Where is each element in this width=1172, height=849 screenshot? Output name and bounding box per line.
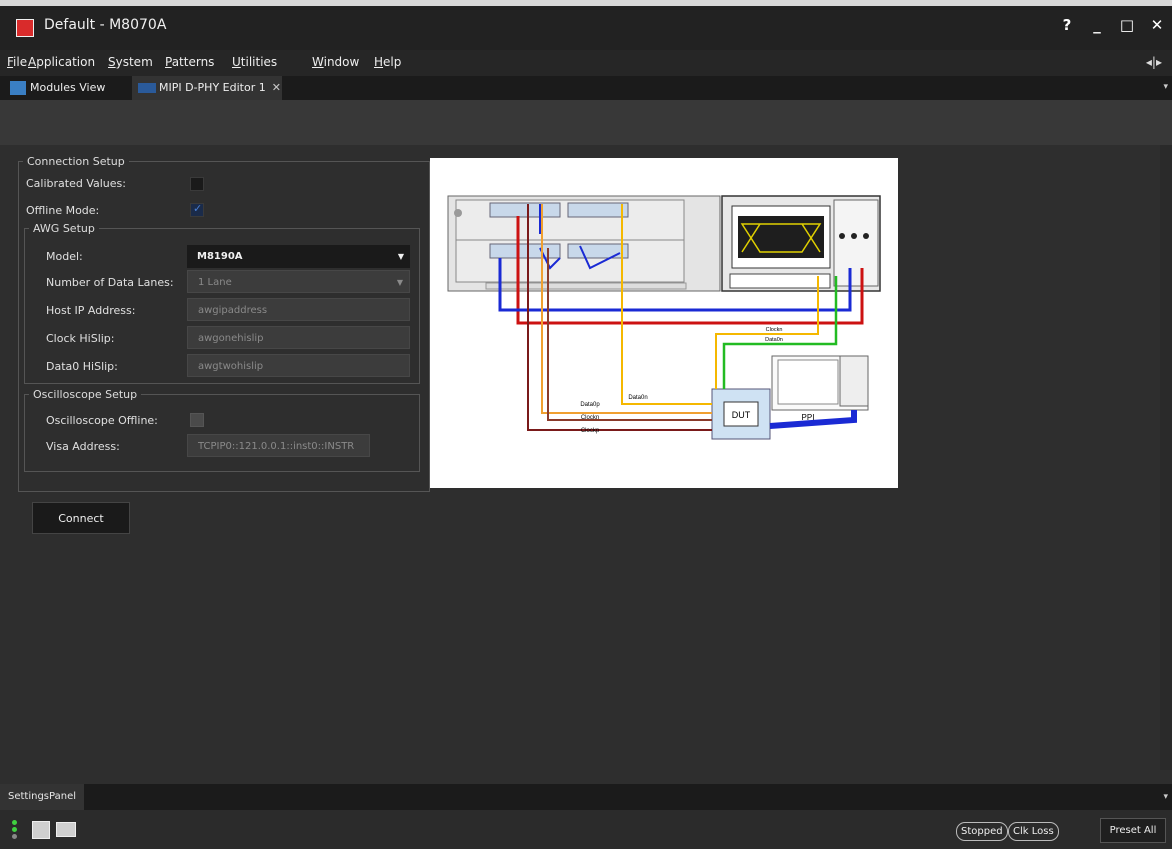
vertical-scrollbar[interactable] xyxy=(1160,145,1172,770)
bottom-tab-dropdown-icon[interactable]: ▾ xyxy=(1163,792,1168,802)
modules-icon xyxy=(10,81,26,95)
clock-hislip-label: Clock HiSlip: xyxy=(46,332,115,345)
connection-diagram: DUT PPI Clockn Data0n Data0p Clockn Cloc… xyxy=(430,158,898,488)
clockn-top-label: Clockn xyxy=(766,327,783,333)
menu-help[interactable]: Help xyxy=(374,55,401,69)
tab-modules-view[interactable]: Modules View xyxy=(10,76,105,100)
scope-input-panel xyxy=(729,273,831,289)
chevron-down-icon: ▼ xyxy=(396,278,403,287)
dut-label: DUT xyxy=(732,410,751,420)
status-led-icon xyxy=(12,827,17,832)
awg-connector-bank xyxy=(567,243,629,259)
menu-application[interactable]: Application xyxy=(28,55,95,69)
message-icon[interactable] xyxy=(56,822,76,837)
window-title: Default - M8070A xyxy=(44,17,167,33)
data0n-top-label: Data0n xyxy=(765,337,783,343)
editor-icon xyxy=(138,83,156,93)
data-lanes-label: Number of Data Lanes: xyxy=(46,276,174,289)
connection-diagram-svg: DUT PPI Clockn Data0n Data0p Clockn Cloc… xyxy=(447,195,881,440)
menu-file[interactable]: File xyxy=(7,55,27,69)
ppi-side-panel xyxy=(839,355,869,407)
tab-dropdown-icon[interactable]: ▾ xyxy=(1163,82,1168,92)
data-lanes-select[interactable]: 1 Lane ▼ xyxy=(187,270,410,293)
menu-patterns[interactable]: Patterns xyxy=(165,55,214,69)
tab-mipi-editor[interactable]: MIPI D-PHY Editor 1 ✕ xyxy=(132,76,282,100)
oscilloscope-setup-legend: Oscilloscope Setup xyxy=(33,388,138,401)
calibrated-values-checkbox[interactable] xyxy=(190,177,204,191)
close-button[interactable]: ✕ xyxy=(1148,15,1166,35)
awg-connector-bank xyxy=(489,243,561,259)
status-bar: Stopped Clk Loss Preset All xyxy=(0,810,1172,849)
offline-mode-checkbox[interactable] xyxy=(190,202,204,217)
help-button[interactable]: ? xyxy=(1058,15,1076,35)
visa-address-label: Visa Address: xyxy=(46,440,120,453)
awg-vent xyxy=(485,282,687,290)
data0-hislip-input[interactable]: awgtwohislip xyxy=(187,354,410,377)
connection-setup-legend: Connection Setup xyxy=(27,155,125,168)
scope-knob-icon xyxy=(851,233,857,239)
model-select[interactable]: M8190A ▼ xyxy=(187,245,410,268)
visa-address-input[interactable]: TCPIP0::121.0.0.1::inst0::INSTR xyxy=(187,434,370,457)
calibrated-values-label: Calibrated Values: xyxy=(26,177,126,190)
chevron-down-icon: ▼ xyxy=(397,252,404,261)
awg-connector-bank xyxy=(489,202,561,218)
scope-controls xyxy=(833,199,879,287)
stopped-indicator: Stopped xyxy=(956,822,1008,841)
bottom-tab-bar: SettingsPanel ▾ xyxy=(0,784,1172,810)
offline-mode-label: Offline Mode: xyxy=(26,204,100,217)
maximize-button[interactable]: □ xyxy=(1118,15,1136,35)
pin-icon[interactable]: ◂|▸ xyxy=(1146,55,1162,69)
ppi-screen xyxy=(777,359,839,405)
clockn-label: Clockn xyxy=(581,415,599,421)
clock-hislip-input[interactable]: awgonehislip xyxy=(187,326,410,349)
menu-utilities[interactable]: Utilities xyxy=(232,55,277,69)
clk-loss-indicator: Clk Loss xyxy=(1008,822,1059,841)
title-bar: Default - M8070A ? _ □ ✕ xyxy=(0,0,1172,50)
status-led-icon xyxy=(12,834,17,839)
scope-knob-icon xyxy=(839,233,845,239)
toolbar-area xyxy=(0,100,1172,145)
connect-button[interactable]: Connect xyxy=(32,502,130,534)
awg-setup-legend: AWG Setup xyxy=(33,222,95,235)
host-ip-input[interactable]: awgipaddress xyxy=(187,298,410,321)
tab-settings-panel[interactable]: SettingsPanel xyxy=(0,784,84,810)
data0-hislip-label: Data0 HiSlip: xyxy=(46,360,118,373)
data0p-label: Data0p xyxy=(580,402,600,408)
clockp-label: Clockp xyxy=(581,428,600,434)
close-tab-icon[interactable]: ✕ xyxy=(272,81,281,94)
menu-window[interactable]: Window xyxy=(312,55,359,69)
menu-system[interactable]: System xyxy=(108,55,153,69)
scope-knob-icon xyxy=(863,233,869,239)
data0n-label: Data0n xyxy=(628,395,647,401)
document-icon[interactable] xyxy=(32,821,50,839)
oscilloscope-offline-checkbox[interactable] xyxy=(190,413,204,427)
chassis-screw-icon xyxy=(454,209,462,217)
preset-all-button[interactable]: Preset All xyxy=(1100,818,1166,843)
minimize-button[interactable]: _ xyxy=(1088,15,1106,35)
document-tab-bar: Modules View MIPI D-PHY Editor 1 ✕ ▾ xyxy=(0,76,1172,100)
app-icon xyxy=(16,19,34,37)
oscilloscope-offline-label: Oscilloscope Offline: xyxy=(46,414,158,427)
awg-connector-bank xyxy=(567,202,629,218)
status-led-icon xyxy=(12,820,17,825)
oscilloscope-setup-group: Oscilloscope Setup xyxy=(24,388,420,472)
menu-bar: File Application System Patterns Utiliti… xyxy=(0,50,1172,76)
host-ip-label: Host IP Address: xyxy=(46,304,136,317)
model-label: Model: xyxy=(46,250,83,263)
